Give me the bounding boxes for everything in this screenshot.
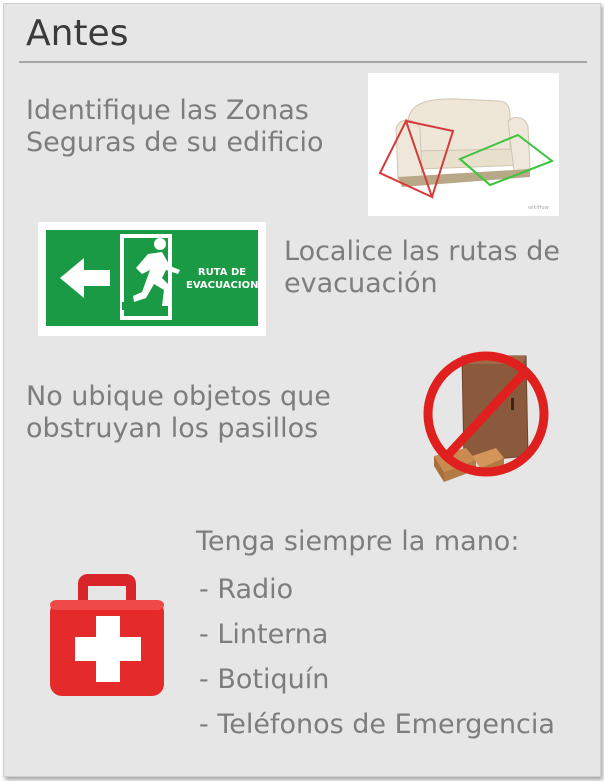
svg-text:wikiHow: wikiHow <box>528 205 549 211</box>
no-obstruction-line-2: obstruyan los pasillos <box>26 413 319 444</box>
page-title: Antes <box>26 13 129 54</box>
safety-card: Antes Identifique las Zonas Seguras de s… <box>3 3 601 777</box>
kit-list: - Radio - Linterna - Botiquín - Teléfono… <box>199 567 555 747</box>
kit-item-flashlight: - Linterna <box>199 619 329 650</box>
kit-item-emergency-phones: - Teléfonos de Emergencia <box>199 709 555 740</box>
sign-text: RUTA DE EVACUACION <box>186 266 258 292</box>
no-obstruction-icon <box>404 338 568 488</box>
no-obstruction-text: No ubique objetos que obstruyan los pasi… <box>26 381 331 445</box>
sign-text-line-2: EVACUACION <box>186 280 259 291</box>
evacuation-route-sign-icon: RUTA DE EVACUACION <box>38 222 266 336</box>
sofa-safe-zone-icon: wikiHow <box>368 73 559 216</box>
kit-heading: Tenga siempre la mano: <box>196 526 520 557</box>
safe-zones-text: Identifique las Zonas Seguras de su edif… <box>26 95 324 159</box>
sign-text-line-1: RUTA DE <box>197 267 247 278</box>
evacuation-routes-text: Localice las rutas de evacuación <box>284 236 560 300</box>
safe-zones-line-2: Seguras de su edificio <box>26 127 324 158</box>
kit-item-first-aid: - Botiquín <box>199 664 330 695</box>
kit-item-radio: - Radio <box>199 574 294 605</box>
evacuation-routes-line-1: Localice las rutas de <box>284 236 560 267</box>
evacuation-routes-line-2: evacuación <box>284 268 438 299</box>
safe-zones-line-1: Identifique las Zonas <box>26 95 309 126</box>
first-aid-kit-icon <box>48 572 166 698</box>
no-obstruction-line-1: No ubique objetos que <box>26 381 331 412</box>
title-divider <box>19 61 587 63</box>
